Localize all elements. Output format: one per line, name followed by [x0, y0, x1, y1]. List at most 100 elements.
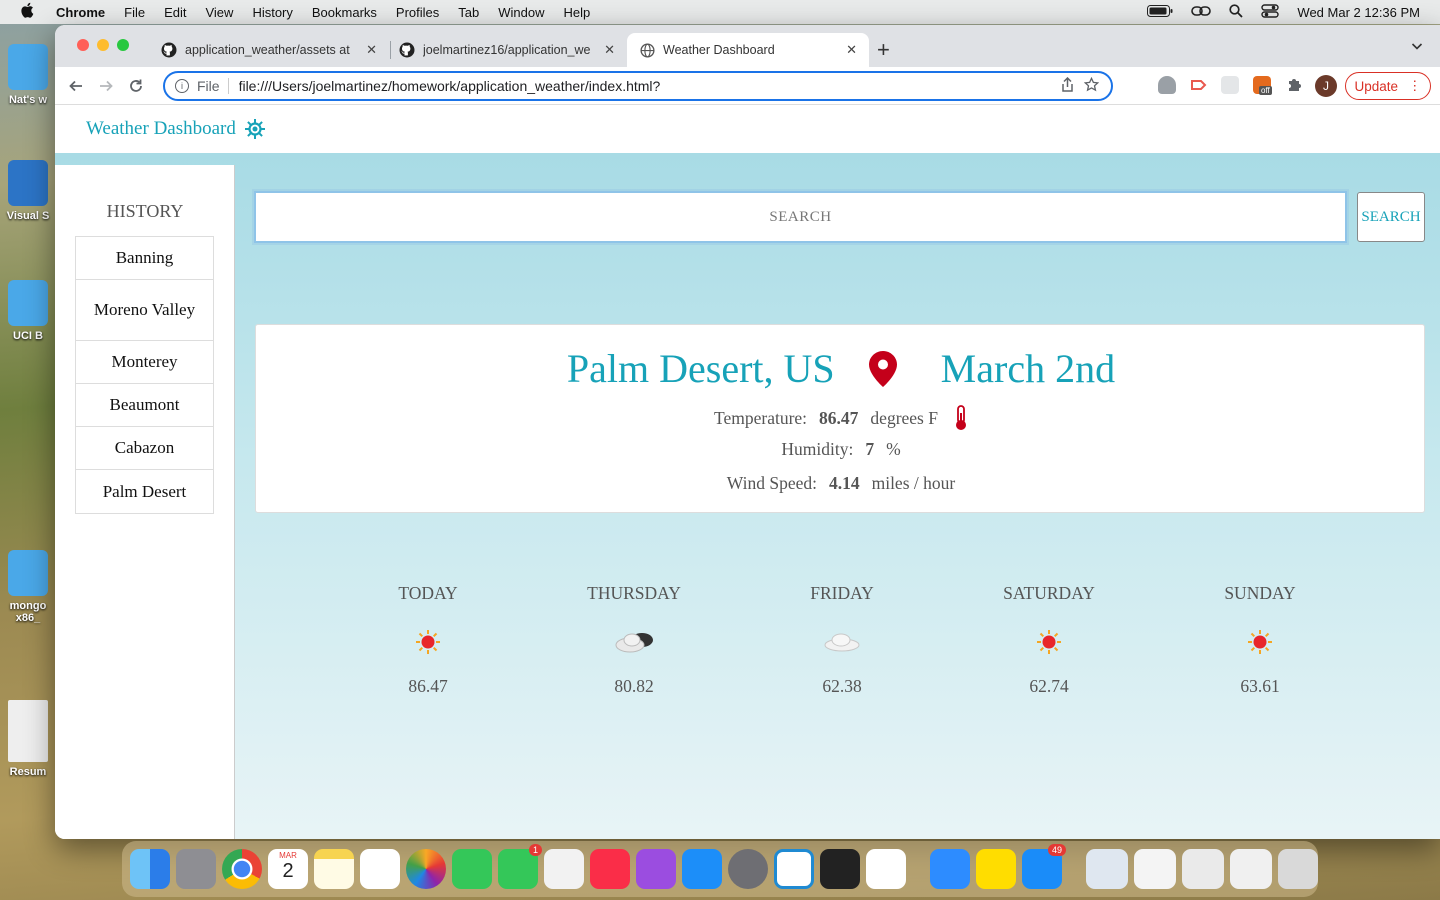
menubar-clock[interactable]: Wed Mar 2 12:36 PM: [1297, 5, 1420, 20]
tab-strip: application_weather/assets at ✕ joelmart…: [55, 25, 1440, 67]
profile-avatar[interactable]: J: [1315, 75, 1337, 97]
app-store-icon[interactable]: [682, 849, 722, 889]
history-item-banning[interactable]: Banning: [76, 237, 213, 280]
forecast-day: FRIDAY 62.38: [762, 583, 922, 697]
history-item-moreno-valley[interactable]: Moreno Valley: [76, 280, 213, 341]
wind-label: Wind Speed:: [726, 473, 817, 493]
desktop-item[interactable]: UCI B: [0, 280, 56, 342]
menu-profiles[interactable]: Profiles: [396, 5, 439, 20]
sun-icon: [348, 622, 508, 662]
forecast-temp: 62.74: [1029, 676, 1069, 696]
minimize-window-button[interactable]: [97, 39, 109, 51]
globe-icon: [639, 42, 655, 58]
podcasts-icon[interactable]: [636, 849, 676, 889]
menu-edit[interactable]: Edit: [164, 5, 186, 20]
site-brand[interactable]: Weather Dashboard: [86, 118, 236, 140]
window-thumbnail-icon[interactable]: [1230, 849, 1272, 889]
desktop-item[interactable]: Visual S: [0, 160, 56, 222]
window-thumbnail-icon[interactable]: [1134, 849, 1176, 889]
close-tab-icon[interactable]: ✕: [604, 42, 615, 58]
trash-icon[interactable]: [1278, 849, 1318, 889]
reload-button[interactable]: [121, 71, 151, 101]
finder-icon[interactable]: [130, 849, 170, 889]
site-info-icon[interactable]: i: [175, 79, 189, 93]
browser-toolbar: i File file:///Users/joelmartinez/homewo…: [55, 67, 1440, 105]
web-page: Weather Dashboard HISTORY Banning Moreno…: [55, 105, 1440, 839]
extensions-puzzle-icon[interactable]: [1285, 76, 1303, 94]
tab-weather-dashboard[interactable]: Weather Dashboard ✕: [627, 33, 869, 67]
forward-button[interactable]: [91, 71, 121, 101]
menu-bar: Chrome File Edit View History Bookmarks …: [0, 0, 1440, 24]
desktop-item[interactable]: Nat's w: [0, 44, 56, 106]
menu-tab[interactable]: Tab: [458, 5, 479, 20]
tab-repo[interactable]: joelmartinez16/application_we ✕: [387, 33, 627, 67]
history-item-beaumont[interactable]: Beaumont: [76, 384, 213, 427]
launchpad-icon[interactable]: [176, 849, 216, 889]
address-bar[interactable]: i File file:///Users/joelmartinez/homewo…: [163, 71, 1113, 101]
menu-bookmarks[interactable]: Bookmarks: [312, 5, 377, 20]
desktop-item[interactable]: Resum: [0, 700, 56, 778]
menu-window[interactable]: Window: [498, 5, 544, 20]
photos-icon[interactable]: [406, 849, 446, 889]
link-icon[interactable]: [1191, 5, 1212, 20]
temperature-value: 86.47: [819, 407, 859, 428]
search-input[interactable]: [254, 191, 1347, 243]
extension-grid-icon[interactable]: [1221, 76, 1239, 94]
vscode-icon[interactable]: [774, 849, 814, 889]
close-window-button[interactable]: [77, 39, 89, 51]
search-button[interactable]: SEARCH: [1357, 192, 1425, 242]
history-item-palm-desert[interactable]: Palm Desert: [76, 470, 213, 513]
menu-history[interactable]: History: [252, 5, 292, 20]
history-item-cabazon[interactable]: Cabazon: [76, 427, 213, 470]
history-title: HISTORY: [106, 201, 184, 221]
tab-search-icon[interactable]: [1411, 39, 1423, 57]
facetime-icon[interactable]: [452, 849, 492, 889]
forecast-temp: 62.38: [822, 676, 862, 696]
menu-app-name[interactable]: Chrome: [56, 5, 105, 20]
back-button[interactable]: [61, 71, 91, 101]
miro-icon[interactable]: [976, 849, 1016, 889]
terminal-icon[interactable]: [820, 849, 860, 889]
reminders-icon[interactable]: [360, 849, 400, 889]
window-thumbnail-icon[interactable]: [1086, 849, 1128, 889]
apple-menu-icon[interactable]: [20, 2, 42, 22]
notes-icon[interactable]: [314, 849, 354, 889]
slack-icon[interactable]: [866, 849, 906, 889]
tab-assets[interactable]: application_weather/assets at ✕: [149, 33, 389, 67]
menu-help[interactable]: Help: [564, 5, 591, 20]
extension-shield-icon[interactable]: [1158, 76, 1176, 94]
menu-view[interactable]: View: [205, 5, 233, 20]
zoom-window-button[interactable]: [117, 39, 129, 51]
messages-icon[interactable]: 1: [498, 844, 542, 889]
calendar-icon[interactable]: MAR 2: [268, 849, 308, 889]
music-icon[interactable]: [590, 849, 630, 889]
forecast-day-name: SATURDAY: [1003, 583, 1095, 603]
bookmark-star-icon[interactable]: [1079, 76, 1103, 95]
system-preferences-icon[interactable]: [728, 849, 768, 889]
update-button-label: Update: [1354, 78, 1399, 94]
extension-cast-icon[interactable]: [1189, 76, 1207, 94]
url-text[interactable]: file:///Users/joelmartinez/homework/appl…: [239, 78, 1055, 94]
control-center-icon[interactable]: [1261, 3, 1280, 21]
mail-icon[interactable]: 49: [1022, 844, 1066, 889]
zoom-icon[interactable]: [930, 849, 970, 889]
spotlight-icon[interactable]: [1229, 3, 1244, 21]
mail-badge: 49: [1047, 844, 1066, 856]
battery-icon[interactable]: [1147, 4, 1173, 20]
menu-file[interactable]: File: [124, 5, 145, 20]
share-icon[interactable]: [1055, 76, 1079, 95]
cloud-sun-icon: [554, 622, 714, 662]
extension-off-icon[interactable]: off: [1253, 76, 1272, 95]
pages-icon[interactable]: [544, 849, 584, 889]
close-tab-icon[interactable]: ✕: [846, 42, 857, 58]
wind-line: Wind Speed: 4.14 miles / hour: [256, 473, 1426, 494]
github-icon: [399, 42, 415, 58]
kebab-menu-icon[interactable]: ⋮: [1408, 78, 1422, 94]
desktop-item[interactable]: mongo x86_: [0, 550, 56, 624]
update-button[interactable]: Update ⋮: [1345, 72, 1431, 100]
history-item-monterey[interactable]: Monterey: [76, 341, 213, 384]
window-thumbnail-icon[interactable]: [1182, 849, 1224, 889]
close-tab-icon[interactable]: ✕: [366, 42, 377, 58]
new-tab-button[interactable]: +: [877, 37, 890, 63]
chrome-icon[interactable]: [222, 849, 262, 889]
